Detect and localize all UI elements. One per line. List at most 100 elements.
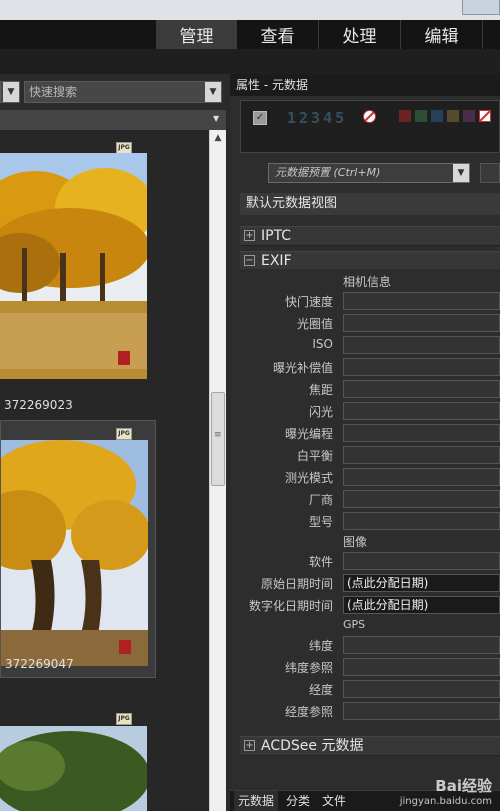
chevron-down-icon: ▼ xyxy=(3,82,19,102)
browser-header-strip: ▼ xyxy=(0,110,226,130)
field-shutter-speed[interactable] xyxy=(343,292,500,310)
thumbnail-image[interactable] xyxy=(0,726,147,811)
color-label-purple[interactable] xyxy=(463,110,475,122)
jpg-badge: JPG xyxy=(116,713,132,725)
tab-file[interactable]: 文件 xyxy=(318,791,350,811)
tab-manage[interactable]: 管理 xyxy=(156,20,236,49)
quick-search-placeholder: 快速搜索 xyxy=(29,85,78,99)
rating-box: ✓ 12345 xyxy=(240,100,500,153)
clear-color-icon[interactable] xyxy=(479,110,491,122)
tab-edit[interactable]: 编辑 xyxy=(400,20,482,49)
list-item[interactable]: JPG 372269047 xyxy=(0,420,156,678)
field-label: 白平衡 xyxy=(296,449,333,463)
chevron-down-icon: ▼ xyxy=(453,164,469,182)
field-label: 型号 xyxy=(308,515,333,529)
field-exposure-program[interactable] xyxy=(343,424,500,442)
preset-side-button[interactable] xyxy=(480,163,500,183)
section-iptc[interactable]: + IPTC xyxy=(240,226,500,246)
field-white-balance[interactable] xyxy=(343,446,500,464)
field-latitude[interactable] xyxy=(343,636,500,654)
field-model[interactable] xyxy=(343,512,500,530)
color-label-yellow[interactable] xyxy=(447,110,459,122)
mode-bar: 管理 查看 处理 编辑 xyxy=(0,20,500,49)
subheader-image: 图像 xyxy=(343,535,368,549)
jpg-badge: JPG xyxy=(116,428,132,440)
field-label: 经度 xyxy=(308,683,333,697)
field-focal-length[interactable] xyxy=(343,380,500,398)
field-label: ISO xyxy=(312,337,333,351)
window-control-button[interactable] xyxy=(462,0,500,15)
watermark-brand: Bai经验 xyxy=(435,777,492,795)
color-label-green[interactable] xyxy=(415,110,427,122)
thumbnail-image[interactable] xyxy=(1,440,148,666)
tab-view[interactable]: 查看 xyxy=(236,20,318,49)
scrollbar-thumb[interactable]: ≡ xyxy=(211,392,225,486)
field-label: 软件 xyxy=(308,555,333,569)
subheader-camera-info: 相机信息 xyxy=(343,275,392,289)
field-label: 光圈值 xyxy=(296,317,333,331)
file-name: 372269023 xyxy=(4,398,73,412)
menu-arrow-icon[interactable]: ▼ xyxy=(213,114,219,123)
field-label: 原始日期时间 xyxy=(260,577,333,591)
field-label: 曝光编程 xyxy=(284,427,333,441)
field-label: 经度参照 xyxy=(284,705,333,719)
expand-icon[interactable]: + xyxy=(244,230,255,241)
subheader-gps: GPS xyxy=(343,618,366,631)
color-label-red[interactable] xyxy=(399,110,411,122)
section-acdsee-label: ACDSee 元数据 xyxy=(261,738,364,754)
field-label: 快门速度 xyxy=(284,295,333,309)
default-metadata-view[interactable]: 默认元数据视图 xyxy=(240,193,500,215)
preset-placeholder: 元数据预置 (Ctrl+M) xyxy=(275,166,381,179)
field-label: 焦距 xyxy=(308,383,333,397)
field-exposure-bias[interactable] xyxy=(343,358,500,376)
metadata-preset-dropdown[interactable]: 元数据预置 (Ctrl+M) ▼ xyxy=(268,163,470,183)
chevron-down-icon: ▼ xyxy=(205,82,221,102)
field-date-digitized[interactable]: (点此分配日期) xyxy=(343,596,500,614)
tab-metadata[interactable]: 元数据 xyxy=(234,791,279,811)
field-make[interactable] xyxy=(343,490,500,508)
thumbnail-image[interactable] xyxy=(0,153,147,379)
field-label: 闪光 xyxy=(308,405,333,419)
filter-dropdown[interactable]: ▼ xyxy=(0,81,20,103)
section-acdsee-metadata[interactable]: + ACDSee 元数据 xyxy=(240,736,500,756)
tag-checkbox[interactable]: ✓ xyxy=(253,111,267,125)
field-software[interactable] xyxy=(343,552,500,570)
field-latitude-ref[interactable] xyxy=(343,658,500,676)
field-metering-mode[interactable] xyxy=(343,468,500,486)
field-flash[interactable] xyxy=(343,402,500,420)
rating-numbers[interactable]: 12345 xyxy=(287,109,347,127)
title-bar xyxy=(0,0,500,20)
list-item[interactable]: JPG xyxy=(0,708,156,811)
field-label: 数字化日期时间 xyxy=(248,599,333,613)
tab-categories[interactable]: 分类 xyxy=(282,791,314,811)
field-label: 纬度参照 xyxy=(284,661,333,675)
field-label: 纬度 xyxy=(308,639,333,653)
file-name: 372269047 xyxy=(5,657,74,671)
field-longitude-ref[interactable] xyxy=(343,702,500,720)
scrollbar[interactable]: ▲ ≡ xyxy=(209,130,226,811)
panel-title: 属性 - 元数据 xyxy=(230,74,500,96)
file-list: JPG 372269023 JPG 372269047 JPG xyxy=(0,130,209,811)
grip-icon: ≡ xyxy=(214,430,222,440)
scroll-up-icon[interactable]: ▲ xyxy=(210,130,226,146)
section-iptc-label: IPTC xyxy=(261,228,292,244)
clear-rating-icon[interactable] xyxy=(363,110,376,123)
field-date-original[interactable]: (点此分配日期) xyxy=(343,574,500,592)
section-exif[interactable]: − EXIF xyxy=(240,251,500,271)
watermark-url: jingyan.baidu.com xyxy=(399,796,492,807)
watermark: Bai经验 jingyan.baidu.com xyxy=(400,775,492,807)
field-iso[interactable] xyxy=(343,336,500,354)
list-item[interactable]: JPG 372269023 xyxy=(0,130,156,418)
field-label: 测光模式 xyxy=(284,471,333,485)
field-label: 厂商 xyxy=(308,493,333,507)
expand-icon[interactable]: + xyxy=(244,740,255,751)
field-aperture[interactable] xyxy=(343,314,500,332)
quick-search-input[interactable]: 快速搜索 ▼ xyxy=(24,81,222,103)
color-label-blue[interactable] xyxy=(431,110,443,122)
sub-toolbar xyxy=(0,49,500,74)
tab-overflow[interactable] xyxy=(482,20,500,49)
field-longitude[interactable] xyxy=(343,680,500,698)
field-label: 曝光补偿值 xyxy=(272,361,333,375)
tab-develop[interactable]: 处理 xyxy=(318,20,400,49)
collapse-icon[interactable]: − xyxy=(244,255,255,266)
